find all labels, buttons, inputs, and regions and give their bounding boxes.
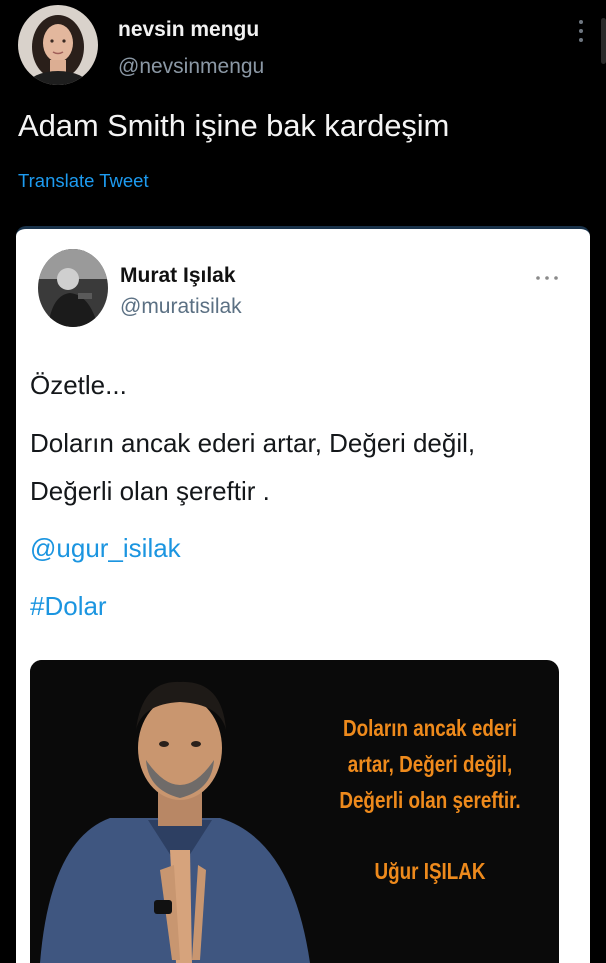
tweet-header: nevsin mengu @nevsinmengu (18, 5, 598, 85)
scrollbar[interactable] (601, 18, 606, 64)
tweet-text: Adam Smith işine bak kardeşim (18, 108, 450, 143)
quoted-text-line: Doların ancak ederi artar, Değeri değil, (30, 428, 476, 458)
portrait-illustration (30, 660, 330, 963)
vertical-ellipsis-icon[interactable] (574, 17, 588, 45)
quoted-text-line: Özetle... (30, 370, 127, 400)
image-quote-line: artar, Değeri değil, (347, 751, 513, 777)
translate-tweet-link[interactable]: Translate Tweet (18, 170, 149, 192)
image-quote-text: Doların ancak ederi artar, Değeri değil,… (323, 710, 536, 818)
author-handle[interactable]: @nevsinmengu (118, 55, 264, 79)
quoted-author-name[interactable]: Murat Işılak (120, 264, 236, 288)
hashtag-link[interactable]: #Dolar (30, 591, 107, 622)
quoted-author-handle[interactable]: @muratisilak (120, 295, 242, 319)
quoted-tweet-card[interactable]: Murat Işılak @muratisilak Özetle... Dola… (16, 226, 590, 963)
image-quote-author: Uğur IŞILAK (374, 858, 486, 884)
quoted-author-avatar[interactable] (38, 249, 108, 327)
quoted-text-line: Değerli olan şereftir . (30, 476, 270, 506)
horizontal-ellipsis-icon[interactable] (534, 269, 560, 280)
author-name[interactable]: nevsin mengu (118, 18, 259, 42)
mention-link[interactable]: @ugur_isilak (30, 533, 181, 564)
image-quote-line: Doların ancak ederi (342, 715, 517, 741)
image-quote-line: Değerli olan şereftir. (339, 787, 521, 813)
quoted-tweet-image[interactable]: Doların ancak ederi artar, Değeri değil,… (30, 660, 559, 963)
author-avatar[interactable] (18, 5, 98, 85)
